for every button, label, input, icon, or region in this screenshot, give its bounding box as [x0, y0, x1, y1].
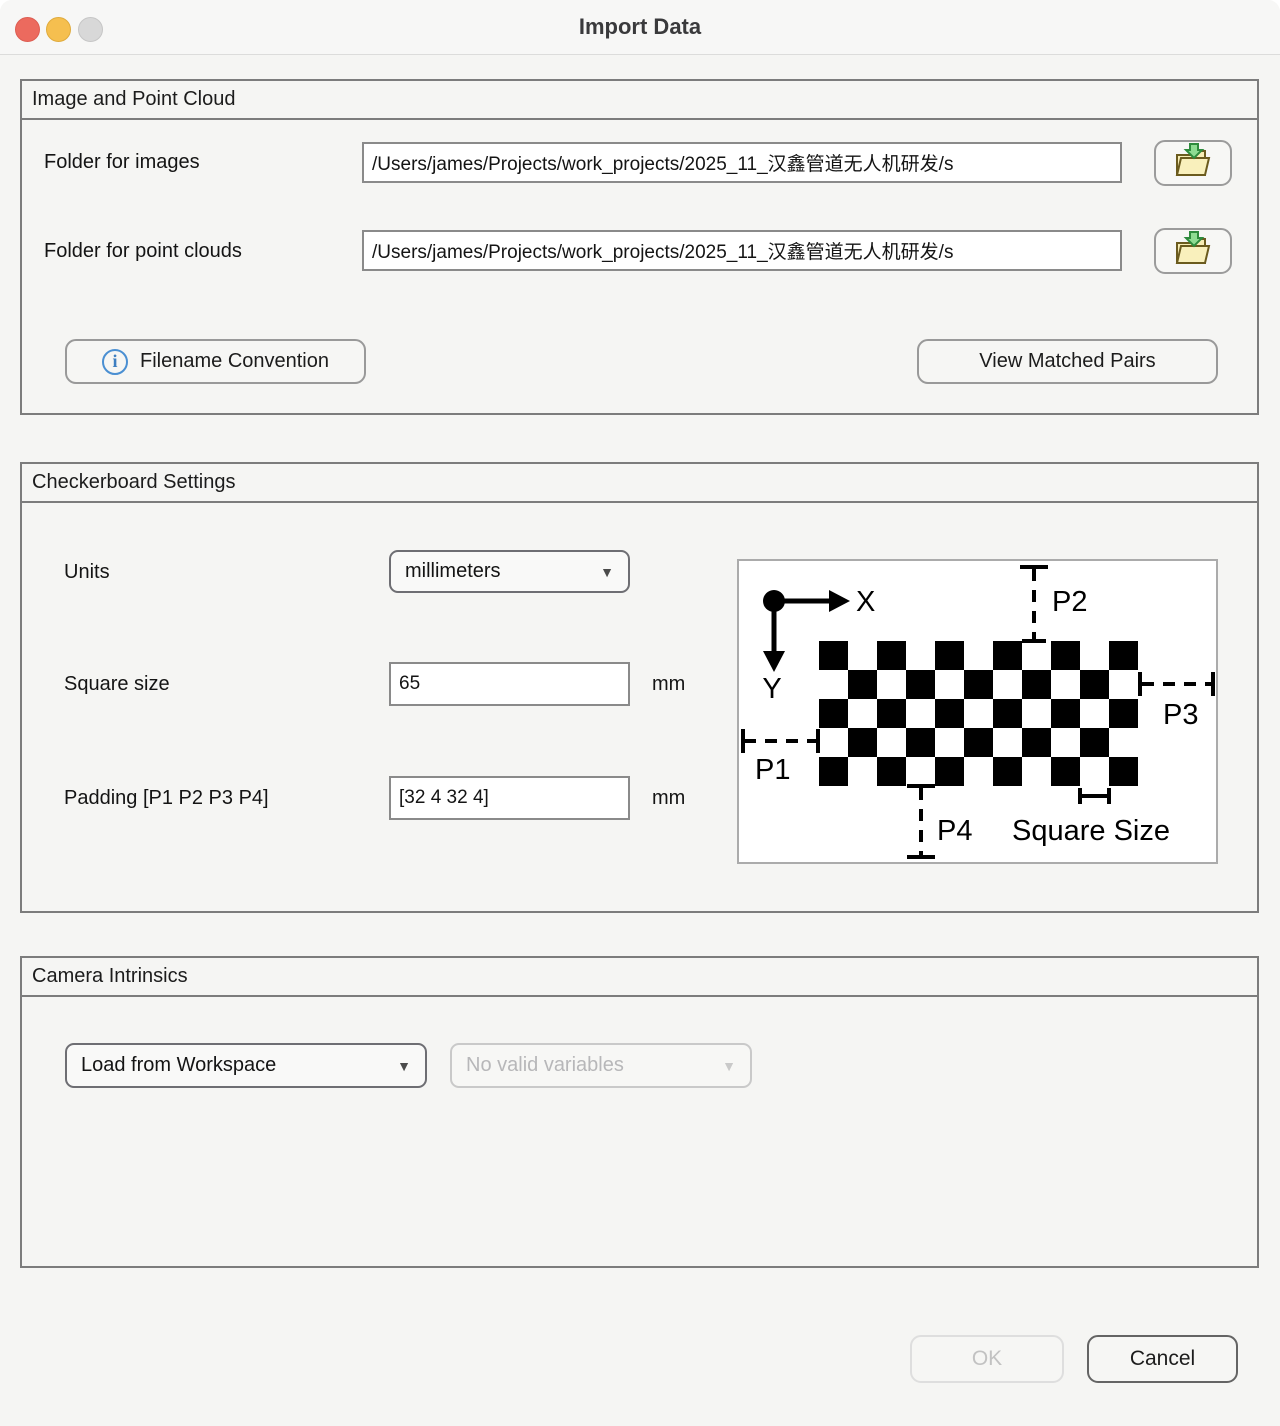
square-size-unit-label: mm — [652, 673, 685, 695]
checkerboard-diagram: X Y P2 P3 P1 — [737, 559, 1218, 864]
chevron-down-icon: ▼ — [397, 1058, 411, 1074]
padding-unit-label: mm — [652, 787, 685, 809]
p2-label: P2 — [1052, 586, 1087, 618]
p1-label: P1 — [755, 754, 790, 786]
browse-images-folder-button[interactable] — [1154, 140, 1232, 186]
section-camera-intrinsics: Camera Intrinsics Load from Workspace ▼ … — [20, 956, 1259, 1268]
section-image-and-point-cloud: Image and Point Cloud Folder for images … — [20, 79, 1259, 415]
padding-input[interactable] — [389, 776, 630, 820]
square-size-label: Square size — [64, 673, 170, 695]
y-axis-arrowhead — [763, 651, 785, 672]
ok-button: OK — [910, 1335, 1064, 1383]
padding-label: Padding [P1 P2 P3 P4] — [64, 787, 269, 809]
chevron-down-icon: ▼ — [722, 1058, 736, 1074]
intrinsics-source-dropdown[interactable]: Load from Workspace ▼ — [65, 1043, 427, 1088]
units-dropdown[interactable]: millimeters ▼ — [389, 550, 630, 593]
ok-button-label: OK — [972, 1347, 1002, 1371]
open-folder-icon — [1171, 231, 1215, 272]
open-folder-icon — [1171, 143, 1215, 184]
square-size-diagram-label: Square Size — [1012, 815, 1170, 847]
cancel-button[interactable]: Cancel — [1087, 1335, 1238, 1383]
title-bar: Import Data — [0, 0, 1280, 55]
import-data-dialog: Import Data Image and Point Cloud Folder… — [0, 0, 1280, 1426]
folder-images-input[interactable] — [362, 142, 1122, 183]
p4-label: P4 — [937, 815, 972, 847]
folder-images-label: Folder for images — [44, 151, 200, 173]
checkerboard-pattern — [819, 641, 1138, 786]
chevron-down-icon: ▼ — [600, 564, 614, 580]
folder-point-clouds-label: Folder for point clouds — [44, 240, 242, 262]
view-matched-pairs-label: View Matched Pairs — [979, 350, 1155, 373]
intrinsics-variables-dropdown: No valid variables ▼ — [450, 1043, 752, 1088]
intrinsics-variables-value: No valid variables — [466, 1054, 624, 1077]
info-icon: i — [102, 349, 128, 375]
view-matched-pairs-button[interactable]: View Matched Pairs — [917, 339, 1218, 384]
y-axis-label: Y — [762, 673, 781, 705]
cancel-button-label: Cancel — [1130, 1347, 1195, 1371]
x-axis-arrowhead — [829, 590, 850, 612]
window-title: Import Data — [0, 14, 1280, 40]
browse-point-clouds-folder-button[interactable] — [1154, 228, 1232, 274]
square-size-input[interactable] — [389, 662, 630, 706]
section-checkerboard-settings: Checkerboard Settings Units millimeters … — [20, 462, 1259, 913]
x-axis-label: X — [856, 586, 875, 618]
filename-convention-label: Filename Convention — [140, 350, 329, 373]
p3-label: P3 — [1163, 699, 1198, 731]
filename-convention-button[interactable]: i Filename Convention — [65, 339, 366, 384]
section-title-image-and-point-cloud: Image and Point Cloud — [22, 81, 1257, 120]
folder-point-clouds-input[interactable] — [362, 230, 1122, 271]
section-title-checkerboard-settings: Checkerboard Settings — [22, 464, 1257, 503]
units-dropdown-value: millimeters — [405, 560, 501, 583]
section-title-camera-intrinsics: Camera Intrinsics — [22, 958, 1257, 997]
intrinsics-source-value: Load from Workspace — [81, 1054, 276, 1077]
checkerboard-diagram-svg: X Y P2 P3 P1 — [739, 561, 1216, 862]
units-label: Units — [64, 561, 110, 583]
